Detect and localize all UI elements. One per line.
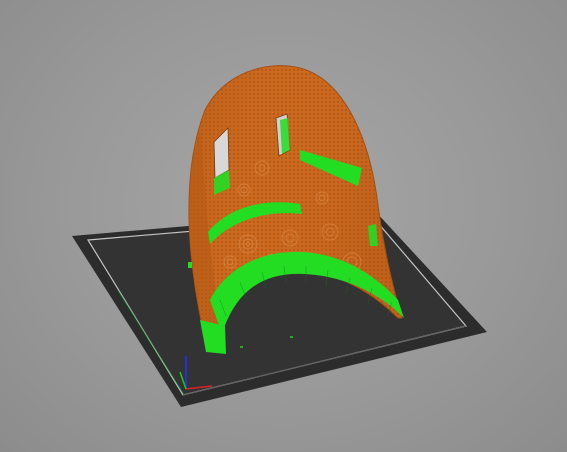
scene-canvas[interactable] [0,0,567,452]
3d-viewport[interactable] [0,0,567,452]
support-speck [290,336,293,338]
support-speck [188,262,192,268]
support-speck [240,346,243,348]
